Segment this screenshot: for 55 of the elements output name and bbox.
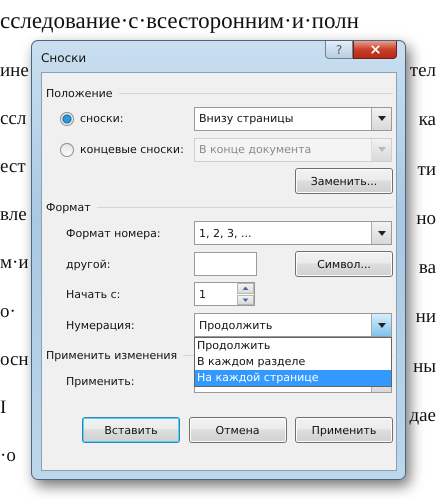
caret-icon xyxy=(378,230,386,236)
select-value: Внизу страницы xyxy=(199,112,294,125)
dropdown-button[interactable] xyxy=(371,108,391,130)
symbol-button[interactable]: Символ... xyxy=(295,251,393,277)
spinner-field[interactable]: 1 xyxy=(194,282,255,306)
caret-icon xyxy=(378,322,386,328)
document-text: м·и xyxy=(0,253,29,272)
group-label: Положение xyxy=(46,86,113,100)
document-text: ине xyxy=(0,60,29,80)
document-text: сследование·с·всесторонним·и·полн xyxy=(0,8,359,32)
select-field[interactable]: 1, 2, 3, ... xyxy=(194,221,392,245)
dropdown-button[interactable] xyxy=(371,314,391,336)
document-text: о· xyxy=(0,302,16,321)
document-text: вле xyxy=(0,205,27,224)
select-value: 1, 2, 3, ... xyxy=(199,226,252,240)
document-text: ка xyxy=(418,110,436,130)
document-text: ни xyxy=(416,307,436,326)
document-text: ти xyxy=(418,160,436,179)
dialog-button[interactable]: Вставить xyxy=(82,417,180,443)
field-label: Нумерация: xyxy=(66,318,136,332)
caret-icon xyxy=(378,147,386,152)
document-text: осн xyxy=(0,350,29,369)
radio-label: концевые сноски: xyxy=(80,143,184,156)
field-label: Применить: xyxy=(66,374,136,388)
document-text: ссл xyxy=(0,108,26,128)
document-text: ва xyxy=(418,258,436,278)
document-text: тел xyxy=(410,61,436,80)
radio-button[interactable] xyxy=(60,112,74,126)
group-label: Применить изменения xyxy=(46,348,178,362)
dropdown-button[interactable] xyxy=(371,222,391,244)
radio-label: сноски: xyxy=(80,112,124,125)
field-label: другой: xyxy=(66,258,112,270)
document-text: ны xyxy=(413,356,436,376)
select-value: В конце документа xyxy=(199,143,312,156)
document-text: ·о xyxy=(0,446,16,466)
dialog-button[interactable]: Применить xyxy=(295,417,393,443)
document-text: дае xyxy=(409,406,436,425)
document-text: но xyxy=(416,208,436,228)
group-label: Формат xyxy=(46,200,91,214)
close-button[interactable] xyxy=(353,41,397,59)
select-field[interactable]: Внизу страницы xyxy=(194,106,392,130)
help-button[interactable]: ? xyxy=(325,41,353,59)
spinner-value: 1 xyxy=(199,288,206,300)
dialog-button[interactable]: Отмена xyxy=(188,417,286,443)
document-text: I xyxy=(0,398,6,418)
select-value: Продолжить xyxy=(199,318,272,332)
input-field[interactable] xyxy=(194,252,257,276)
close-icon xyxy=(368,43,382,56)
field-label: Формат номера: xyxy=(66,226,162,240)
replace-button[interactable]: Заменить... xyxy=(295,168,393,194)
document-text: ест xyxy=(0,157,26,176)
field-label: Начать с: xyxy=(66,288,122,300)
select-field[interactable]: Продолжить xyxy=(194,313,392,337)
window-title: Сноски xyxy=(41,51,86,65)
caret-icon xyxy=(378,116,386,121)
